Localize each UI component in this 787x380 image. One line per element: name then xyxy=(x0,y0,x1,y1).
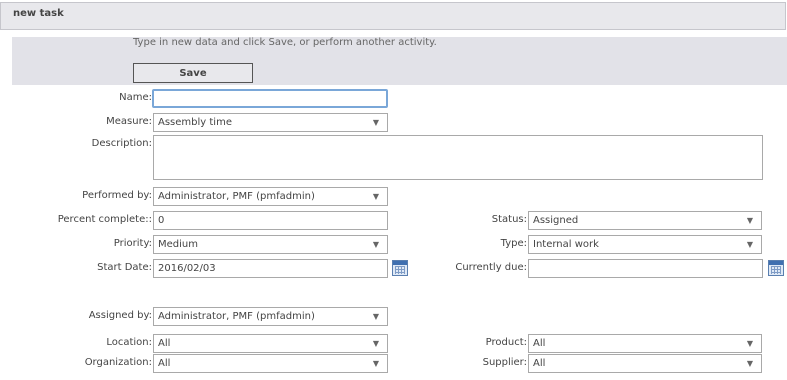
chevron-down-icon: ▼ xyxy=(372,240,379,249)
location-select[interactable]: All ▼ xyxy=(153,334,388,353)
chevron-down-icon: ▼ xyxy=(746,359,753,368)
type-select[interactable]: Internal work ▼ xyxy=(528,235,762,254)
organization-label: Organization: xyxy=(84,357,152,368)
supplier-value: All xyxy=(533,358,546,369)
save-button[interactable]: Save xyxy=(133,63,253,83)
product-label: Product: xyxy=(485,337,527,348)
description-label: Description: xyxy=(91,138,152,149)
status-label: Status: xyxy=(491,214,527,225)
currently-due-label: Currently due: xyxy=(455,262,527,273)
percent-complete-label: Percent complete:: xyxy=(57,214,152,225)
assigned-by-label: Assigned by: xyxy=(88,310,152,321)
chevron-down-icon: ▼ xyxy=(372,192,379,201)
performed-by-select[interactable]: Administrator, PMF (pmfadmin) ▼ xyxy=(153,187,388,206)
performed-by-label: Performed by: xyxy=(82,190,152,201)
priority-label: Priority: xyxy=(113,238,152,249)
page-title: new task xyxy=(13,8,64,19)
organization-value: All xyxy=(158,358,171,369)
title-bar xyxy=(0,2,786,30)
name-input[interactable] xyxy=(152,89,388,108)
product-value: All xyxy=(533,338,546,349)
measure-value: Assembly time xyxy=(158,117,232,128)
measure-select[interactable]: Assembly time ▼ xyxy=(153,113,388,132)
assigned-by-select[interactable]: Administrator, PMF (pmfadmin) ▼ xyxy=(153,307,388,326)
chevron-down-icon: ▼ xyxy=(372,118,379,127)
supplier-select[interactable]: All ▼ xyxy=(528,354,762,373)
priority-value: Medium xyxy=(158,239,198,250)
chevron-down-icon: ▼ xyxy=(372,339,379,348)
location-value: All xyxy=(158,338,171,349)
chevron-down-icon: ▼ xyxy=(746,216,753,225)
currently-due-input[interactable] xyxy=(528,259,763,278)
organization-select[interactable]: All ▼ xyxy=(153,354,388,373)
calendar-icon[interactable] xyxy=(768,260,784,276)
measure-label: Measure: xyxy=(106,116,152,127)
description-textarea[interactable] xyxy=(153,135,763,180)
chevron-down-icon: ▼ xyxy=(372,312,379,321)
calendar-icon[interactable] xyxy=(392,260,408,276)
supplier-label: Supplier: xyxy=(482,357,527,368)
priority-select[interactable]: Medium ▼ xyxy=(153,235,388,254)
start-date-input[interactable] xyxy=(153,259,388,278)
percent-complete-input[interactable] xyxy=(153,211,388,230)
location-label: Location: xyxy=(106,337,152,348)
start-date-label: Start Date: xyxy=(97,262,152,273)
info-text: Type in new data and click Save, or perf… xyxy=(133,37,437,48)
type-value: Internal work xyxy=(533,239,599,250)
product-select[interactable]: All ▼ xyxy=(528,334,762,353)
chevron-down-icon: ▼ xyxy=(746,339,753,348)
performed-by-value: Administrator, PMF (pmfadmin) xyxy=(158,191,315,202)
status-value: Assigned xyxy=(533,215,579,226)
name-label: Name: xyxy=(119,92,152,103)
chevron-down-icon: ▼ xyxy=(746,240,753,249)
assigned-by-value: Administrator, PMF (pmfadmin) xyxy=(158,311,315,322)
status-select[interactable]: Assigned ▼ xyxy=(528,211,762,230)
type-label: Type: xyxy=(500,238,527,249)
chevron-down-icon: ▼ xyxy=(372,359,379,368)
